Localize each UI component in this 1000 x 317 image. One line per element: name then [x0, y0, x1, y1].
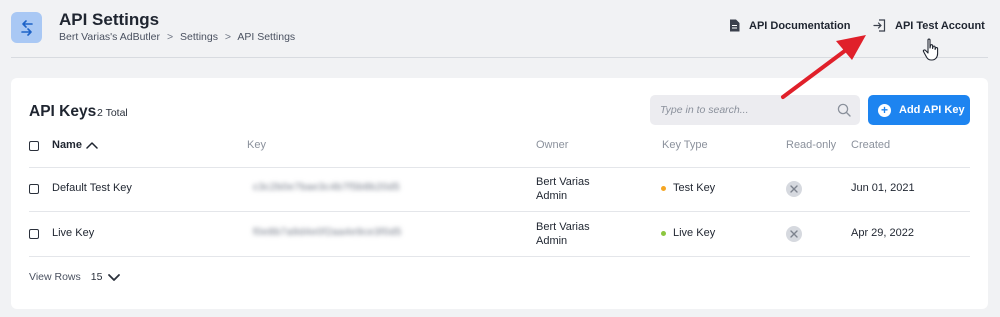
created-date: Jun 01, 2021	[851, 182, 915, 194]
breadcrumb-separator: >	[224, 31, 232, 43]
search-box	[650, 95, 860, 125]
status-dot	[661, 230, 666, 236]
owner-name: Bert Varias	[536, 176, 590, 188]
add-api-key-button[interactable]: + Add API Key	[868, 95, 970, 125]
row-divider	[29, 167, 970, 168]
read-only-x-icon	[786, 226, 802, 242]
breadcrumb: Bert Varias's AdButler > Settings > API …	[59, 31, 299, 43]
header-divider	[11, 57, 988, 58]
api-key-value: f0e8b7a9d4e0f2aa4e9ce3f0d5	[253, 227, 402, 238]
read-only-x-icon	[786, 181, 802, 197]
view-rows-control: View Rows 15	[29, 271, 121, 283]
column-header-name[interactable]: Name	[52, 139, 98, 151]
api-test-account-link[interactable]: API Test Account	[873, 19, 985, 32]
plus-icon: +	[878, 103, 891, 117]
key-type-label: Live Key	[673, 227, 716, 239]
breadcrumb-separator: >	[166, 31, 174, 43]
chevron-down-icon[interactable]	[107, 273, 121, 282]
api-key-value: c3c2b0e7bae3c4b7f5b8b20d5	[253, 182, 401, 193]
hand-cursor-icon	[922, 38, 942, 67]
view-rows-value[interactable]: 15	[91, 271, 103, 283]
total-count: 2 Total	[97, 107, 128, 119]
row-divider	[29, 211, 970, 212]
add-api-key-label: Add API Key	[899, 104, 965, 116]
breadcrumb-item-current: API Settings	[237, 31, 296, 43]
row-checkbox[interactable]	[29, 229, 39, 239]
swap-arrows-icon[interactable]	[11, 12, 42, 43]
page-title: API Settings	[59, 10, 160, 29]
owner-role: Admin	[536, 235, 568, 247]
document-icon	[729, 19, 740, 32]
sign-in-icon	[873, 19, 886, 32]
key-name[interactable]: Live Key	[52, 227, 94, 239]
key-type-label: Test Key	[673, 182, 716, 194]
view-rows-label: View Rows	[29, 271, 81, 283]
owner-role: Admin	[536, 190, 568, 202]
card-title: API Keys	[29, 103, 97, 120]
owner-name: Bert Varias	[536, 221, 590, 233]
column-header-owner[interactable]: Owner	[536, 139, 568, 151]
status-dot	[661, 185, 666, 191]
column-header-created[interactable]: Created	[851, 139, 890, 151]
created-date: Apr 29, 2022	[851, 227, 914, 239]
api-test-account-label: API Test Account	[895, 19, 985, 32]
key-type: Test Key	[661, 182, 715, 194]
owner: Bert Varias Admin	[536, 175, 590, 203]
column-header-read-only[interactable]: Read-only	[786, 139, 836, 151]
column-name-label: Name	[52, 139, 82, 151]
select-all-checkbox[interactable]	[29, 141, 39, 151]
column-header-key[interactable]: Key	[247, 139, 266, 151]
key-type: Live Key	[661, 227, 715, 239]
owner: Bert Varias Admin	[536, 220, 590, 248]
search-icon[interactable]	[837, 103, 851, 122]
breadcrumb-item-settings[interactable]: Settings	[180, 31, 218, 43]
column-header-key-type[interactable]: Key Type	[662, 139, 708, 151]
row-divider	[29, 256, 970, 257]
api-documentation-label: API Documentation	[749, 19, 851, 32]
key-name[interactable]: Default Test Key	[52, 182, 132, 194]
api-documentation-link[interactable]: API Documentation	[729, 19, 850, 32]
api-keys-card: API Keys 2 Total + Add API Key Name Key …	[11, 78, 988, 309]
top-bar: API Settings Bert Varias's AdButler > Se…	[0, 0, 1000, 58]
breadcrumb-item-account[interactable]: Bert Varias's AdButler	[59, 31, 160, 43]
search-input[interactable]	[660, 95, 825, 125]
row-checkbox[interactable]	[29, 184, 39, 194]
sort-ascending-icon[interactable]	[86, 141, 98, 149]
